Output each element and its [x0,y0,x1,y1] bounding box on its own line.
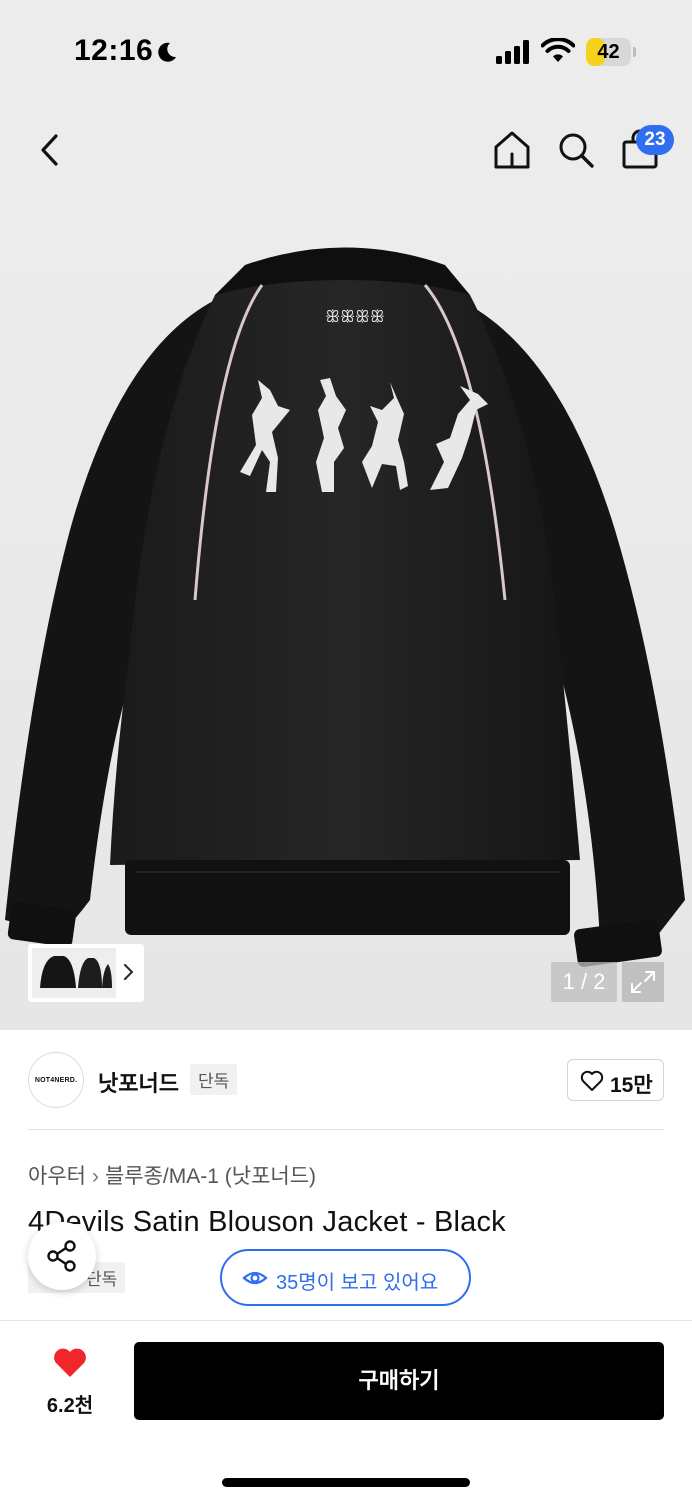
brand-logo[interactable]: NOT4NERD. [28,1052,84,1108]
wifi-icon [541,38,575,62]
thumbnail-strip[interactable] [28,944,144,1002]
buy-button[interactable]: 구매하기 [134,1342,664,1420]
battery-level: 42 [597,41,620,63]
brand-like-count: 15만 [610,1074,653,1097]
breadcrumb-item-subcategory[interactable]: 블루종/MA-1 (낫포너드) [105,1165,316,1188]
wishlist-count: 6.2천 [46,1395,94,1417]
image-pager: 1 / 2 [551,962,617,1002]
moon-icon [158,42,176,62]
wishlist-button[interactable]: 6.2천 [30,1343,110,1423]
viewers-indicator: 35명이 보고 있어요 [220,1249,471,1306]
chevron-right-icon: › [91,1165,99,1188]
exclusive-tag: 단독 [190,1064,238,1095]
expand-icon[interactable] [622,962,664,1002]
divider [28,1129,664,1130]
breadcrumb-item-category[interactable]: 아우터 [28,1165,86,1188]
heart-outline-icon [580,1070,604,1091]
search-icon[interactable] [554,128,598,172]
bottom-action-bar: 6.2천 구매하기 [0,1320,692,1500]
status-bar: 12:16 42 [0,0,692,100]
jacket-embroidery-text: ꕥꕥꕥꕥ [325,307,384,326]
cart-badge[interactable]: 23 [636,125,674,155]
product-image-gallery[interactable]: ꕥꕥꕥꕥ 1 / 2 [0,200,692,1030]
product-image: ꕥꕥꕥꕥ [5,247,685,967]
battery-icon: 42 [586,38,636,66]
home-indicator [222,1478,470,1487]
product-title: 4Devils Satin Blouson Jacket - Black [28,1206,506,1238]
back-icon[interactable] [30,128,70,172]
share-icon [47,1240,76,1272]
breadcrumb: 아우터 › 블루종/MA-1 (낫포너드) [28,1160,316,1190]
brand-row[interactable]: NOT4NERD. 낫포너드 단독 15만 [0,1030,692,1130]
eye-icon [242,1271,268,1285]
top-nav [0,100,692,200]
share-button[interactable] [28,1222,96,1290]
signal-icon [496,40,529,64]
chevron-right-icon[interactable] [122,960,136,984]
brand-like-button[interactable]: 15만 [567,1059,664,1101]
status-time: 12:16 [74,34,154,67]
heart-filled-icon [54,1348,86,1377]
viewers-text: 35명이 보고 있어요 [276,1272,439,1294]
home-icon[interactable] [490,128,534,172]
brand-name[interactable]: 낫포너드 [98,1066,179,1098]
thumbnail-image[interactable] [32,948,116,998]
